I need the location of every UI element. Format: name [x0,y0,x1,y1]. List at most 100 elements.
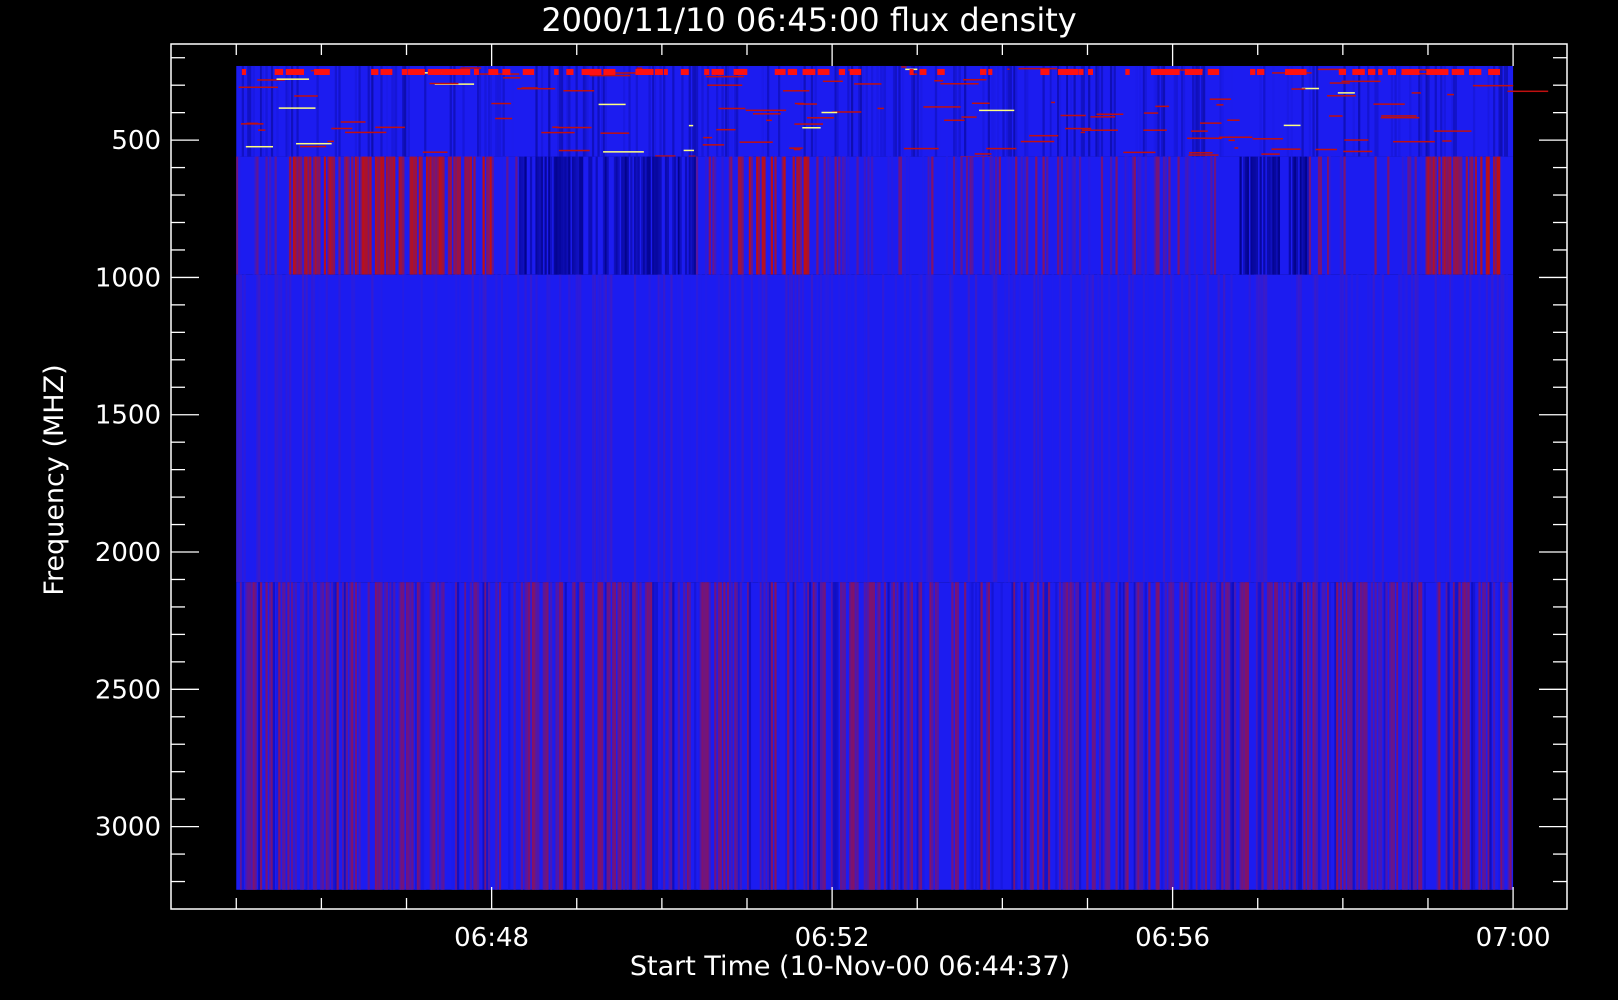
heatmap-column [648,65,651,157]
heatmap-column [931,274,934,583]
heatmap-column [1162,65,1166,157]
heatmap-column [1133,274,1136,583]
heatmap-column [289,274,292,583]
heatmap-column [931,156,934,275]
heatmap-column [1026,156,1029,275]
heatmap-column [648,274,651,583]
heatmap-column [1230,65,1233,157]
heatmap-column [1288,156,1291,275]
heatmap-column [1509,582,1512,890]
heatmap-speck [457,68,467,75]
heatmap-column [836,582,839,890]
heatmap-column [549,156,553,275]
heatmap-column [420,156,423,275]
heatmap-column [792,156,795,275]
heatmap-column [1080,274,1084,583]
heatmap-speck [584,68,598,75]
heatmap-speck [838,68,846,75]
heatmap-column [714,156,717,275]
heatmap-column [1100,65,1104,157]
heatmap-column [1164,582,1167,890]
heatmap-column [1157,65,1160,157]
heatmap-column [477,582,480,890]
heatmap-speck [1208,68,1216,75]
heatmap-speck [285,68,298,75]
heatmap-column [517,274,520,583]
heatmap-speck [1185,68,1199,75]
heatmap-column [1015,156,1018,275]
heatmap-column [799,156,803,275]
heatmap-speck [375,126,405,129]
heatmap-speck [429,82,459,85]
spectrogram-chart: 2000/11/10 06:45:00 flux density 06:48 06… [39,1,1568,982]
heatmap-column [415,156,418,275]
heatmap-speck [1189,152,1213,154]
heatmap-column [1343,156,1346,275]
heatmap-speck [554,68,559,75]
heatmap-column [767,65,770,157]
heatmap-column [416,274,420,583]
heatmap-speck [745,109,787,112]
heatmap-column [1142,274,1146,583]
heatmap-column [783,156,786,275]
heatmap-column [1478,274,1481,583]
heatmap-column [371,274,374,583]
x-tick-label: 07:00 [1476,923,1551,953]
heatmap-speck [1387,68,1397,75]
heatmap-speck [1337,92,1355,94]
heatmap-speck [1040,68,1049,75]
y-tick-label: 3000 [95,813,161,843]
heatmap-column [436,582,440,890]
heatmap-column [883,65,887,157]
heatmap-speck [774,68,786,75]
heatmap-column [1376,65,1379,157]
heatmap-speck [401,68,408,75]
heatmap-column [1420,582,1423,890]
heatmap-column [1069,274,1073,583]
heatmap-column [394,65,398,157]
heatmap-column [823,582,826,890]
heatmap-column [524,274,527,583]
heatmap-column [495,274,498,583]
heatmap-speck [703,136,713,139]
heatmap-column [1217,274,1220,583]
heatmap-column [838,274,841,583]
heatmap-column [1345,274,1348,583]
heatmap-column [1277,156,1281,275]
heatmap-column [1299,274,1302,583]
heatmap-speck [688,124,694,127]
heatmap-column [849,274,852,583]
heatmap-column [1325,274,1328,583]
heatmap-speck [901,66,907,68]
heatmap-speck [1352,68,1361,75]
heatmap-column [1275,582,1279,890]
heatmap-column [1409,156,1412,275]
heatmap-speck [541,131,575,134]
heatmap-speck [1125,68,1130,75]
heatmap-speck [789,147,803,149]
heatmap-column [1458,582,1461,890]
heatmap-column [1144,65,1147,157]
heatmap-column [1009,65,1012,157]
heatmap-column [916,65,919,157]
heatmap-column [936,582,939,890]
heatmap-column [1416,274,1419,583]
heatmap-column [1204,156,1208,275]
heatmap-column [309,156,312,275]
heatmap-column [798,274,801,583]
heatmap-speck [1401,68,1414,75]
heatmap-speck [460,67,482,69]
heatmap-speck [1378,68,1383,75]
heatmap-column [1472,65,1476,157]
heatmap-column [695,156,699,275]
heatmap-column [471,274,474,583]
heatmap-column [568,65,571,157]
heatmap-column [1040,274,1043,583]
heatmap-column [382,156,385,275]
heatmap-column [1409,65,1412,157]
heatmap-column [1350,274,1353,583]
heatmap-column [694,582,697,890]
heatmap-column [1073,156,1076,275]
heatmap-column [1239,156,1242,275]
heatmap-column [424,65,427,157]
